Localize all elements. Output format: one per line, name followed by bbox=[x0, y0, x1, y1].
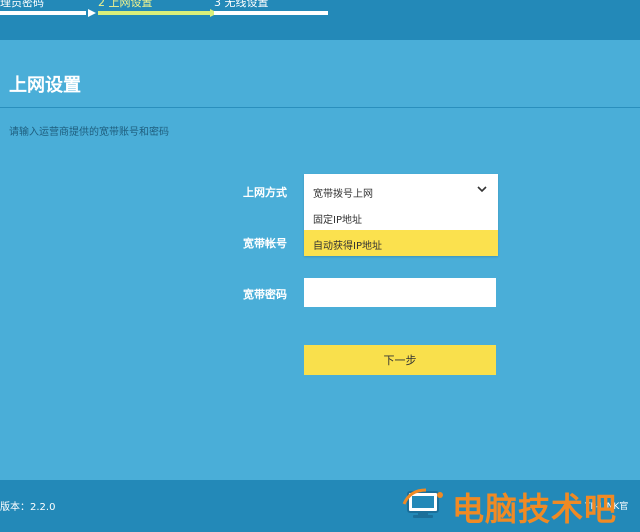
step-progress-line bbox=[0, 11, 86, 15]
option-label: 固定IP地址 bbox=[313, 215, 362, 226]
dropdown-option-dhcp[interactable]: 自动获得IP地址 bbox=[304, 230, 498, 256]
chevron-down-icon[interactable] bbox=[476, 183, 488, 195]
step-wireless-settings: 3 无线设置 bbox=[214, 0, 328, 16]
dropdown-selected-value: 宽带拨号上网 bbox=[313, 189, 373, 200]
step-label: 理员密码 bbox=[0, 0, 44, 9]
step-admin-password: 理员密码 bbox=[0, 0, 86, 16]
chevron-right-icon bbox=[88, 9, 96, 17]
watermark-text: 电脑技术吧 bbox=[452, 490, 618, 528]
step-progress-line-active bbox=[98, 11, 210, 15]
version-text: 版本：2.2.0 bbox=[0, 502, 56, 513]
dropdown-option-static-ip[interactable]: 固定IP地址 bbox=[304, 204, 498, 230]
divider bbox=[0, 107, 640, 108]
connection-type-dropdown[interactable]: 宽带拨号上网 固定IP地址 自动获得IP地址 bbox=[304, 174, 498, 256]
progress-header: 理员密码 2 上网设置 3 无线设置 bbox=[0, 0, 640, 40]
password-label: 宽带密码 bbox=[243, 288, 287, 301]
option-label: 自动获得IP地址 bbox=[313, 241, 382, 252]
step-label: 2 上网设置 bbox=[98, 0, 153, 9]
instructions-text: 请输入运营商提供的宽带账号和密码 bbox=[9, 127, 169, 138]
computer-logo-icon bbox=[402, 488, 443, 518]
next-button[interactable]: 下一步 bbox=[304, 345, 496, 375]
account-label: 宽带帐号 bbox=[243, 237, 287, 250]
method-label: 上网方式 bbox=[243, 186, 287, 199]
step-internet-settings: 2 上网设置 bbox=[98, 0, 210, 16]
page-title: 上网设置 bbox=[9, 75, 81, 96]
dropdown-selected[interactable]: 宽带拨号上网 bbox=[304, 174, 498, 204]
step-label: 3 无线设置 bbox=[214, 0, 269, 9]
password-field[interactable] bbox=[304, 278, 496, 307]
step-progress-line bbox=[214, 11, 328, 15]
